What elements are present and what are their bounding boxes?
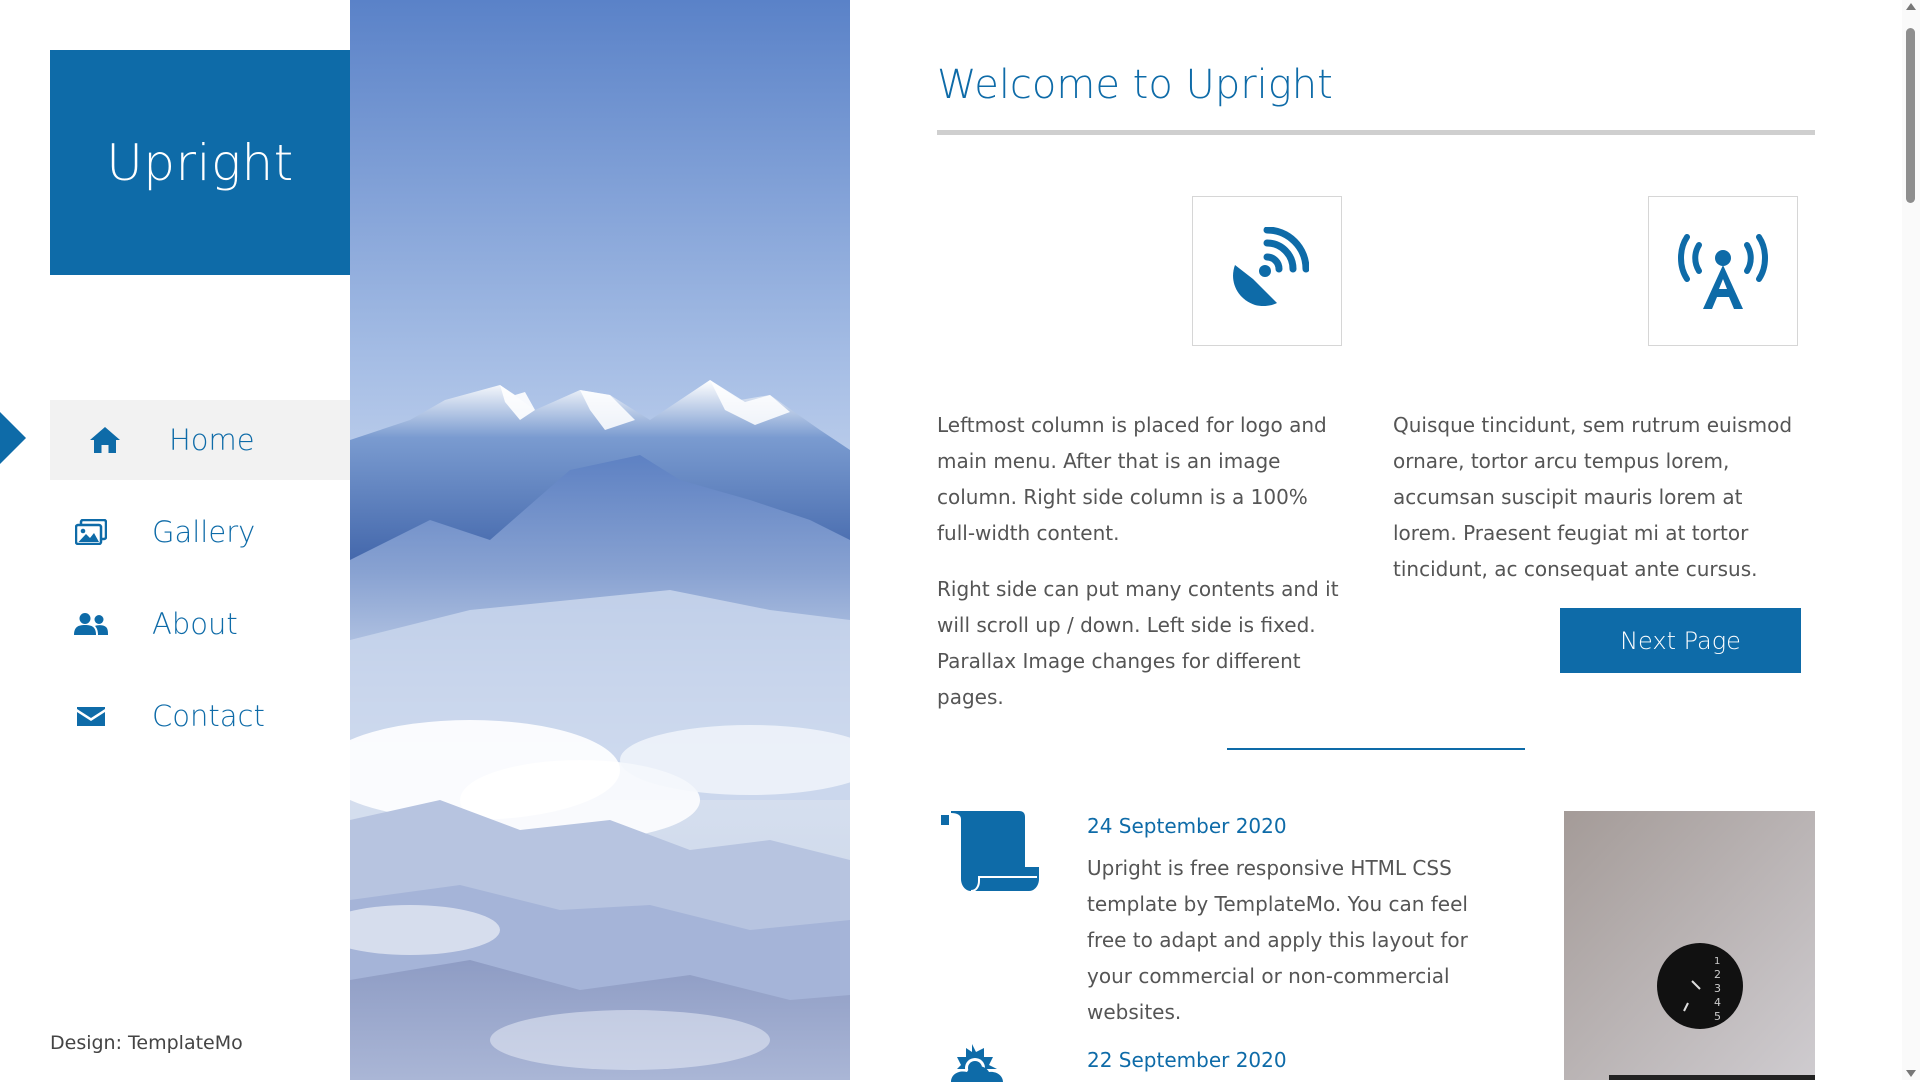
svg-text:5: 5 (1714, 1010, 1721, 1023)
nav-item-gallery[interactable]: Gallery (50, 492, 350, 572)
post-date: 22 September 2020 (1087, 1048, 1287, 1072)
intro-paragraph-3: Quisque tincidunt, sem rutrum euismod or… (1393, 413, 1793, 581)
nav-item-label: Gallery (152, 515, 256, 549)
scroll-up-arrow-icon[interactable] (1906, 3, 1916, 10)
feature-box-satellite (1192, 196, 1342, 346)
main-content: Welcome to Upright Leftmost column is pl… (937, 0, 1815, 1082)
section-divider (1227, 748, 1525, 750)
nav-item-home[interactable]: Home (50, 400, 350, 480)
users-icon (70, 603, 112, 645)
scrollbar-thumb[interactable] (1906, 28, 1915, 203)
active-nav-indicator (0, 412, 26, 464)
post-date: 24 September 2020 (1087, 814, 1287, 838)
envelope-icon (70, 695, 112, 737)
logo-text: Upright (106, 133, 294, 192)
feature-box-tower (1648, 196, 1798, 346)
nav-item-label: About (152, 607, 238, 641)
images-icon (70, 511, 112, 553)
page-title: Welcome to Upright (937, 62, 1333, 108)
nav-item-label: Home (169, 423, 255, 457)
main-menu: Home Gallery About Contact (50, 400, 350, 768)
parallax-mountain-image (350, 0, 850, 1080)
scroll-icon (937, 811, 1039, 895)
svg-text:4: 4 (1714, 996, 1721, 1009)
broadcast-tower-icon (1673, 227, 1773, 315)
intro-paragraph-1: Leftmost column is placed for logo and m… (937, 413, 1327, 545)
post-text: Upright is free responsive HTML CSS temp… (1087, 856, 1468, 1024)
satellite-dish-icon (1225, 226, 1310, 315)
title-underline (937, 130, 1815, 135)
svg-text:2: 2 (1714, 968, 1721, 981)
nav-item-contact[interactable]: Contact (50, 676, 350, 756)
logo[interactable]: Upright (50, 50, 350, 275)
svg-text:3: 3 (1714, 982, 1721, 995)
footer-credit: Design: TemplateMo (50, 1032, 243, 1054)
nav-item-label: Contact (152, 699, 265, 733)
next-page-button[interactable]: Next Page (1560, 608, 1801, 673)
post-photo-clock: 1 2 3 4 5 (1564, 811, 1815, 1080)
nav-item-about[interactable]: About (50, 584, 350, 664)
page-scrollbar[interactable] (1902, 0, 1920, 1080)
scroll-down-arrow-icon[interactable] (1906, 1070, 1916, 1077)
intro-paragraph-2: Right side can put many contents and it … (937, 577, 1339, 709)
sun-cloud-icon (937, 1042, 1017, 1086)
home-icon (84, 419, 126, 461)
svg-text:1: 1 (1714, 956, 1720, 967)
